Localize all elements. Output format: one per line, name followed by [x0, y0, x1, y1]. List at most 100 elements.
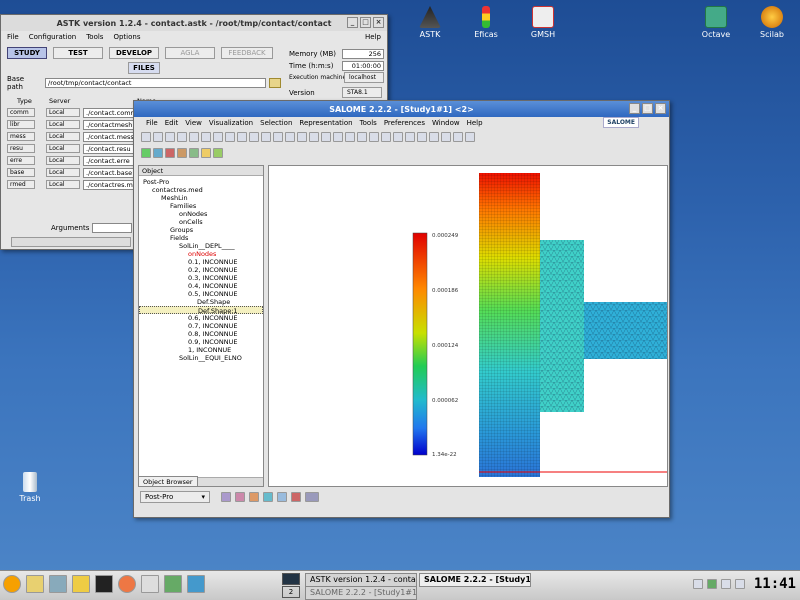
tree-node[interactable]: 0.3, INCONNUE: [139, 274, 263, 282]
desktop-icon-gmsh[interactable]: GMSH: [515, 6, 571, 39]
tree-node[interactable]: 0.6, INCONNUE: [139, 314, 263, 322]
redo-icon[interactable]: [189, 132, 199, 142]
base-path-field[interactable]: /root/tmp/contact/contact: [45, 77, 267, 88]
server-select[interactable]: Local: [46, 120, 80, 129]
file-name-field[interactable]: ./contact.resu: [83, 143, 135, 154]
time-field[interactable]: 01:00:00: [342, 60, 384, 71]
tree-node[interactable]: 0.4, INCONNUE: [139, 282, 263, 290]
task-salome[interactable]: SALOME 2.2.2 - [Study1#1]: [305, 586, 417, 600]
tab-feedback[interactable]: FEEDBACK: [221, 47, 273, 59]
front-view-icon[interactable]: [285, 132, 295, 142]
show-icon[interactable]: [429, 132, 439, 142]
maximize-button[interactable]: □: [642, 103, 653, 114]
tree-node[interactable]: onNodes: [139, 250, 263, 258]
menu-help[interactable]: Help: [365, 33, 381, 41]
file-name-field[interactable]: ./contact.base: [83, 167, 135, 178]
file-name-field[interactable]: ./contact.comm: [83, 107, 135, 118]
show-desktop-icon[interactable]: [26, 575, 44, 593]
server-select[interactable]: Local: [46, 180, 80, 189]
tree-node[interactable]: Groups: [139, 226, 263, 234]
tab-agla[interactable]: AGLA: [165, 47, 215, 59]
tree-node[interactable]: Families: [139, 202, 263, 210]
file-name-field[interactable]: ./contact.mess: [83, 131, 135, 142]
vectors-icon[interactable]: [165, 148, 175, 158]
new-view-icon[interactable]: [305, 492, 319, 502]
object-browser-tab[interactable]: Object Browser: [138, 476, 198, 487]
astk-titlebar[interactable]: ASTK version 1.2.4 - contact.astk - /roo…: [1, 15, 387, 31]
tree-node[interactable]: contactres.med: [139, 186, 263, 194]
supervisor-module-icon[interactable]: [249, 492, 259, 502]
zoom-icon[interactable]: [249, 132, 259, 142]
desktop-icon-scilab[interactable]: Scilab: [744, 6, 800, 39]
menu-tools[interactable]: Tools: [86, 33, 103, 41]
postpro-module-icon[interactable]: [263, 492, 273, 502]
menu-visualization[interactable]: Visualization: [209, 119, 253, 127]
geometry-module-icon[interactable]: [221, 492, 231, 502]
type-select[interactable]: erre: [7, 156, 35, 165]
version-select[interactable]: STA8.1: [342, 87, 382, 98]
hide-icon[interactable]: [417, 132, 427, 142]
stream-lines-icon[interactable]: [213, 148, 223, 158]
server-select[interactable]: Local: [46, 144, 80, 153]
volume-icon[interactable]: [721, 579, 731, 589]
menu-edit[interactable]: Edit: [165, 119, 179, 127]
network-icon[interactable]: [707, 579, 717, 589]
menu-selection[interactable]: Selection: [260, 119, 292, 127]
module-select[interactable]: Post-Pro ▾: [140, 491, 210, 503]
menu-help[interactable]: Help: [467, 119, 483, 127]
mail-icon[interactable]: [141, 575, 159, 593]
desktop-icon-octave[interactable]: Octave: [688, 6, 744, 39]
open-file-icon[interactable]: [153, 132, 163, 142]
type-select[interactable]: resu: [7, 144, 35, 153]
memory-field[interactable]: 256: [342, 48, 384, 59]
bottom-view-icon[interactable]: [321, 132, 331, 142]
astk-file-row[interactable]: rmed Local./contactres.med: [7, 179, 147, 190]
arguments-field[interactable]: [92, 222, 133, 233]
astk-file-row[interactable]: libr Local./contactmesh.med: [7, 119, 147, 130]
mesh-module-icon[interactable]: [235, 492, 245, 502]
salome-titlebar[interactable]: SALOME 2.2.2 - [Study1#1] <2> × □ _: [134, 101, 669, 117]
tree-node[interactable]: 0.5, INCONNUE: [139, 290, 263, 298]
cut-planes-icon[interactable]: [177, 148, 187, 158]
exec-machine-select[interactable]: localhost: [344, 72, 384, 83]
pager-desktop-2[interactable]: 2: [282, 586, 300, 598]
file-name-field[interactable]: ./contactmesh.med: [83, 119, 135, 130]
files-button[interactable]: FILES: [128, 62, 160, 74]
tree-node[interactable]: onCells: [139, 218, 263, 226]
astk-file-row[interactable]: mess Local ./contact.mess: [7, 131, 147, 142]
3d-viewer[interactable]: 0.000249 0.000186 0.000124 0.000062 1.34…: [268, 165, 668, 487]
left-view-icon[interactable]: [333, 132, 343, 142]
menu-representation[interactable]: Representation: [299, 119, 352, 127]
desktop-icon-astk[interactable]: ASTK: [402, 6, 458, 39]
undo-icon[interactable]: [177, 132, 187, 142]
tree-node[interactable]: Def.Shape:1: [139, 306, 263, 315]
rotate-icon[interactable]: [273, 132, 283, 142]
menu-file[interactable]: File: [146, 119, 158, 127]
server-select[interactable]: Local: [46, 156, 80, 165]
top-view-icon[interactable]: [309, 132, 319, 142]
type-select[interactable]: libr: [7, 120, 35, 129]
file-name-field[interactable]: ./contactres.med: [83, 179, 135, 190]
tree-node[interactable]: Post-Pro: [139, 178, 263, 186]
menu-options[interactable]: Options: [113, 33, 140, 41]
close-button[interactable]: ×: [655, 103, 666, 114]
display-all-icon[interactable]: [453, 132, 463, 142]
right-view-icon[interactable]: [345, 132, 355, 142]
wireframe-icon[interactable]: [393, 132, 403, 142]
folder-icon[interactable]: [269, 77, 281, 88]
tab-develop[interactable]: DEVELOP: [109, 47, 159, 59]
server-select[interactable]: Local: [46, 168, 80, 177]
maximize-button[interactable]: □: [360, 17, 371, 28]
tree-node[interactable]: 0.9, INCONNUE: [139, 338, 263, 346]
kde-menu-icon[interactable]: [3, 575, 21, 593]
shading-icon[interactable]: [405, 132, 415, 142]
type-select[interactable]: rmed: [7, 180, 35, 189]
zoom-fit-icon[interactable]: [261, 132, 271, 142]
task-salome-active[interactable]: SALOME 2.2.2 - [Study1#1]: [419, 573, 531, 587]
help-icon[interactable]: [72, 575, 90, 593]
tree-node[interactable]: SolLin__DEPL____: [139, 242, 263, 250]
astk-file-row[interactable]: resu Local ./contact.resu: [7, 143, 147, 154]
visu-module-icon[interactable]: [277, 492, 287, 502]
task-astk[interactable]: ASTK version 1.2.4 - conta: [305, 573, 417, 587]
clock[interactable]: 11:41: [754, 576, 796, 592]
